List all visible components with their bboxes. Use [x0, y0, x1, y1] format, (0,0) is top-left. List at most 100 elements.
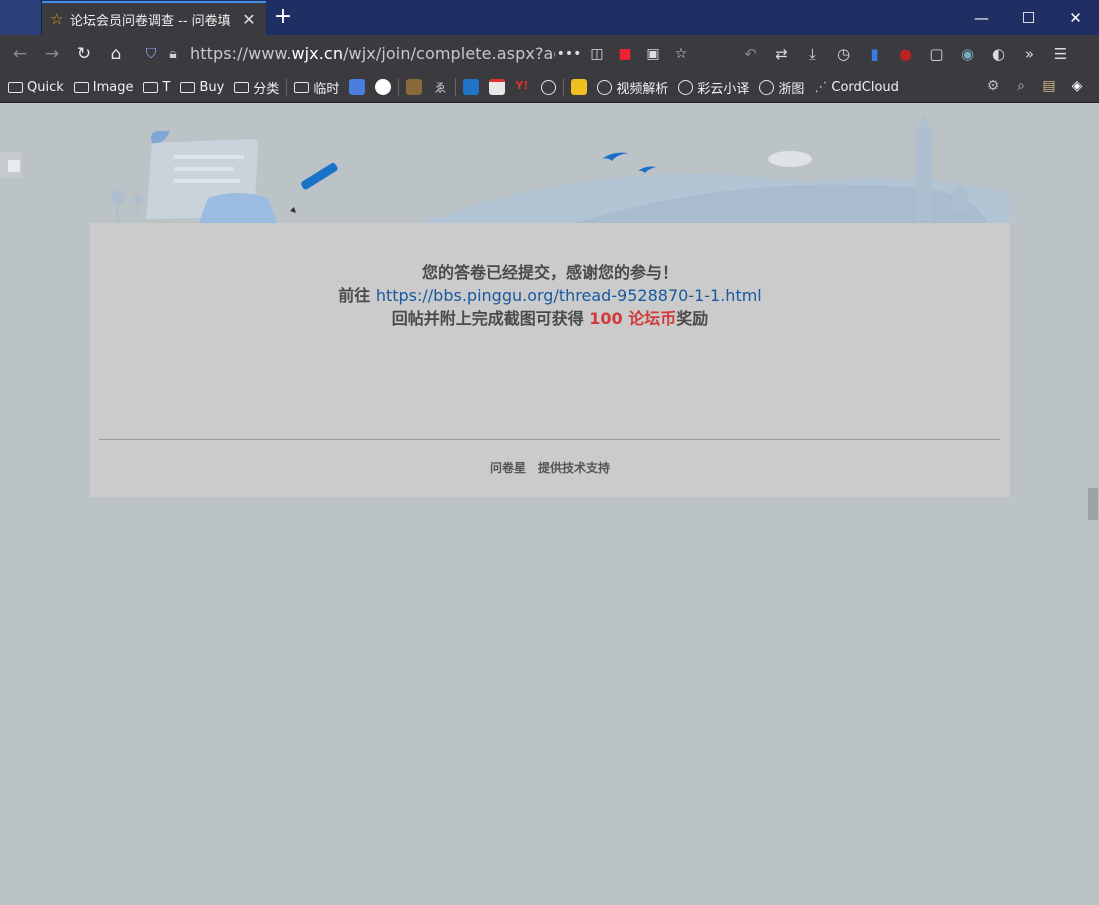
tracking-protection-icon[interactable]: ⛉ [140, 46, 162, 62]
cookie-ext-icon[interactable]: ◉ [952, 45, 983, 63]
overflow-chevron-icon[interactable]: » [1014, 45, 1045, 63]
forward-button[interactable]: → [36, 39, 68, 69]
active-tab[interactable]: ☆ 论坛会员问卷调查 -- 问卷填 ✕ [42, 1, 266, 35]
gmail-icon [489, 79, 506, 95]
bookmark-caiyun[interactable]: 彩云小译 [678, 78, 749, 97]
bookmark-video-parse[interactable]: 视频解析 [597, 78, 668, 97]
address-bar[interactable]: ⛉ 🔒︎ https://www.wjx.cn/wjx/join/complet… [140, 39, 695, 68]
bitwarden-icon[interactable]: ▮ [859, 45, 890, 63]
bookmark-folder-quick[interactable]: Quick [8, 80, 64, 95]
bookmark-folder-t[interactable]: T [143, 80, 170, 95]
tampermonkey-icon[interactable]: ▢ [921, 45, 952, 63]
close-window-button[interactable]: ✕ [1052, 0, 1099, 35]
bookmarks-bar: Quick Image T Buy 分类 临时 ゑ Y! 视频解析 彩云小译 浙… [0, 72, 1099, 103]
toggle-ext-icon[interactable]: ◐ [983, 45, 1014, 63]
bookmark-zhetu[interactable]: 浙图 [759, 78, 804, 97]
tab-overflow-area[interactable] [0, 0, 42, 35]
scrollbar-thumb[interactable] [1088, 488, 1098, 520]
globe-icon [597, 79, 613, 95]
outlook-icon [463, 79, 480, 95]
favicon-star-icon: ☆ [50, 10, 64, 28]
undo-icon[interactable]: ↶ [735, 45, 766, 63]
reward-amount: 100 论坛币 [589, 309, 677, 328]
bookmark-outlook[interactable] [463, 79, 483, 95]
tab-title: 论坛会员问卷调查 -- 问卷填 [70, 13, 231, 29]
bookmark-folder-image[interactable]: Image [73, 80, 133, 95]
back-button[interactable]: ← [4, 39, 36, 69]
bookmark-folder-buy[interactable]: Buy [180, 80, 224, 95]
forum-thread-link[interactable]: https://bbs.pinggu.org/thread-9528870-1-… [376, 286, 762, 305]
url-text[interactable]: https://www.wjx.cn/wjx/join/complete.asp… [184, 44, 555, 63]
calligraphy-icon: ゑ [434, 81, 447, 95]
ublock-icon[interactable]: ● [890, 45, 921, 63]
bookmark-gmail[interactable] [489, 79, 509, 95]
history-clock-icon[interactable]: ◷ [828, 45, 859, 63]
pocket-icon[interactable]: ◫ [583, 46, 611, 62]
header-illustration [111, 115, 1010, 225]
bookmark-folder-temp[interactable]: 临时 [294, 78, 339, 97]
bookmark-star-icon[interactable]: ☆ [667, 46, 695, 62]
bookmark-photo[interactable] [571, 79, 591, 95]
cordcloud-icon: ⋰ [814, 79, 828, 95]
google-icon [375, 79, 392, 95]
footer-brand-link[interactable]: 问卷星 [490, 461, 526, 475]
reload-button[interactable]: ↻ [68, 39, 100, 69]
reward-line: 回帖并附上完成截图可获得 100 论坛币奖励 [391, 309, 709, 328]
url-actions: ••• ◫ ■ ▣ ☆ [555, 46, 695, 62]
folder-icon [234, 81, 250, 93]
separator [455, 78, 457, 96]
home-button[interactable]: ⌂ [100, 39, 132, 69]
menu-hamburger-icon[interactable]: ☰ [1045, 45, 1076, 63]
completion-card: 您的答卷已经提交，感谢您的参与！ 前往 https://bbs.pinggu.o… [90, 223, 1010, 497]
folder-icon [73, 81, 89, 93]
china-flag-icon[interactable]: ■ [611, 46, 639, 62]
completion-message: 您的答卷已经提交，感谢您的参与！ 前往 https://bbs.pinggu.o… [90, 261, 1010, 330]
globe-icon [541, 79, 557, 95]
clipboard-icon[interactable]: ▤ [1035, 78, 1063, 94]
navigation-toolbar: ← → ↻ ⌂ ⛉ 🔒︎ https://www.wjx.cn/wjx/join… [0, 35, 1099, 72]
folder-icon [294, 81, 310, 93]
download-icon[interactable]: ⤓ [797, 45, 828, 63]
tab-close-button[interactable]: ✕ [240, 10, 258, 29]
separator [563, 78, 565, 96]
extensions-toolbar: ↶ ⇄ ⤓ ◷ ▮ ● ▢ ◉ ◐ » ☰ [735, 39, 1076, 68]
bookmark-folder-category[interactable]: 分类 [234, 78, 279, 97]
bookmark-google-translate[interactable] [349, 79, 369, 95]
separator [398, 78, 400, 96]
yahoo-icon: Y! [515, 79, 529, 92]
globe-icon [678, 79, 694, 95]
lock-icon[interactable]: 🔒︎ [162, 46, 184, 62]
folder-icon [8, 81, 23, 93]
minimize-button[interactable]: — [958, 0, 1005, 35]
window-controls: — ☐ ✕ [958, 0, 1099, 35]
globe-icon [759, 79, 775, 95]
bookmark-yahoo[interactable]: Y! [515, 79, 535, 95]
photo-icon [571, 79, 588, 95]
settings-gear-icon[interactable]: ⚙ [979, 78, 1007, 94]
footer-support-text: 提供技术支持 [538, 461, 611, 475]
title-bar: ☆ 论坛会员问卷调查 -- 问卷填 ✕ + — ☐ ✕ [0, 0, 1099, 35]
bookmark-globe[interactable] [541, 79, 560, 95]
footer-divider [99, 439, 1000, 440]
maximize-button[interactable]: ☐ [1005, 0, 1052, 35]
folder-icon [180, 81, 196, 93]
page-viewport: 您的答卷已经提交，感谢您的参与！ 前往 https://bbs.pinggu.o… [0, 103, 1099, 905]
page-actions-icon[interactable]: ••• [555, 46, 583, 62]
reader-view-icon[interactable]: ▣ [639, 46, 667, 62]
new-tab-button[interactable]: + [270, 3, 296, 31]
separator [286, 78, 288, 96]
layers-icon[interactable]: ◈ [1063, 78, 1091, 94]
bookmark-extensions: ⚙ ⌕ ▤ ◈ [979, 78, 1091, 94]
side-widget[interactable] [0, 152, 22, 178]
translate-ext-icon[interactable]: ⇄ [766, 45, 797, 63]
google-translate-icon [349, 79, 366, 95]
page-footer: 问卷星 提供技术支持 [90, 459, 1010, 476]
bookmark-google[interactable] [375, 79, 395, 95]
folder-icon [143, 81, 159, 93]
bookmark-calligraphy[interactable]: ゑ [432, 79, 452, 95]
search-icon[interactable]: ⌕ [1007, 78, 1035, 94]
bookmark-j[interactable] [406, 79, 426, 95]
j-icon [406, 79, 423, 95]
thanks-text: 您的答卷已经提交，感谢您的参与！ [421, 263, 678, 282]
bookmark-cordcloud[interactable]: ⋰ CordCloud [814, 80, 899, 95]
